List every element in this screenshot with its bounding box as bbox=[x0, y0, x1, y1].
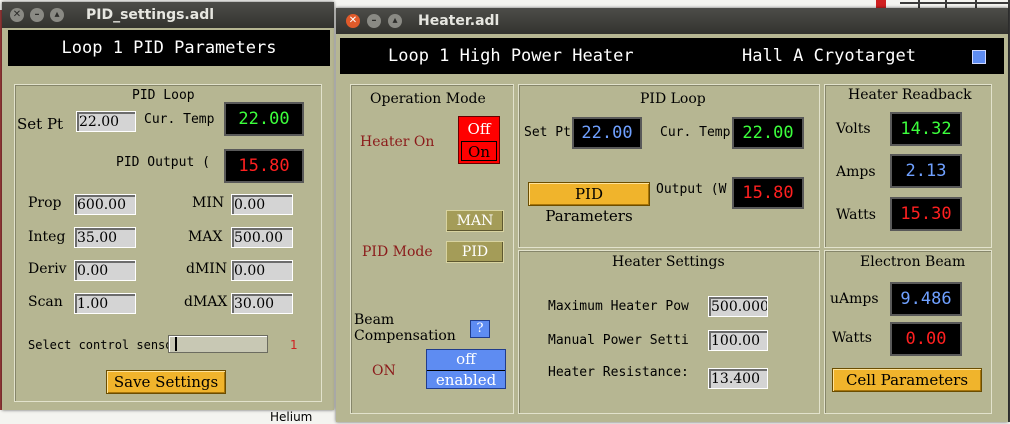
cur-temp-display: 22.00 bbox=[224, 102, 304, 136]
window-title: PID_settings.adl bbox=[86, 7, 215, 23]
heater-titlebar[interactable]: ✕ – ▴ Heater.adl bbox=[336, 8, 1008, 34]
set-pt-input[interactable]: 22.00 bbox=[76, 111, 136, 132]
off-choice[interactable]: Off bbox=[461, 119, 497, 139]
cur-temp-display: 22.00 bbox=[732, 117, 804, 149]
help-button[interactable]: ? bbox=[470, 320, 490, 338]
min-input[interactable]: 0.00 bbox=[231, 194, 293, 215]
man-button[interactable]: MAN bbox=[446, 210, 504, 232]
heater-window: ✕ – ▴ Heater.adl Loop 1 High Power Heate… bbox=[336, 8, 1008, 422]
prop-input[interactable]: 600.00 bbox=[74, 194, 136, 215]
heater-off-button[interactable]: Off On bbox=[458, 116, 500, 164]
close-icon[interactable]: ✕ bbox=[346, 14, 360, 28]
sensor-selector[interactable] bbox=[168, 335, 268, 353]
deriv-label: Deriv bbox=[28, 261, 67, 277]
pid-settings-titlebar[interactable]: ✕ – ▴ PID_settings.adl bbox=[2, 2, 334, 28]
heater-banner: Loop 1 High Power Heater Hall A Cryotarg… bbox=[340, 38, 1004, 74]
volts-display: 14.32 bbox=[890, 112, 962, 146]
amps-label: Amps bbox=[836, 164, 876, 180]
minimize-icon[interactable]: – bbox=[30, 8, 44, 22]
volts-label: Volts bbox=[836, 121, 871, 137]
compensation-label: Compensation bbox=[354, 328, 456, 344]
save-settings-button[interactable]: Save Settings bbox=[106, 370, 226, 394]
integ-input[interactable]: 35.00 bbox=[74, 227, 136, 248]
electron-beam-title: Electron Beam bbox=[860, 254, 966, 270]
heater-on-label: Heater On bbox=[360, 134, 435, 150]
pid-settings-window: ✕ – ▴ PID_settings.adl Loop 1 PID Parame… bbox=[2, 2, 334, 410]
minimize-icon[interactable]: – bbox=[367, 14, 381, 28]
set-pt-display[interactable]: 22.00 bbox=[572, 117, 642, 149]
max-power-input[interactable]: 500.000 bbox=[708, 296, 768, 317]
dmax-label: dMAX bbox=[184, 294, 228, 310]
set-pt-label: Set Pt bbox=[524, 125, 571, 140]
output-label: Output (W bbox=[656, 182, 727, 197]
resistance-input[interactable]: 13.400 bbox=[708, 368, 768, 389]
banner-right-text: Hall A Cryotarget bbox=[742, 46, 916, 66]
uamps-display: 9.486 bbox=[890, 282, 962, 316]
manual-power-label: Manual Power Setti bbox=[548, 333, 689, 348]
pid-mode-label: PID Mode bbox=[362, 244, 433, 260]
uamps-label: uAmps bbox=[830, 291, 879, 307]
cell-parameters-button[interactable]: Cell Parameters bbox=[832, 368, 982, 392]
manual-power-input[interactable]: 100.00 bbox=[708, 330, 768, 351]
max-input[interactable]: 500.00 bbox=[231, 227, 293, 248]
deriv-input[interactable]: 0.00 bbox=[74, 260, 136, 281]
related-display-icon[interactable] bbox=[972, 50, 986, 64]
close-icon[interactable]: ✕ bbox=[10, 8, 24, 22]
watts-display: 15.30 bbox=[890, 197, 962, 231]
resistance-label: Heater Resistance: bbox=[548, 365, 689, 380]
heater-settings-title: Heater Settings bbox=[612, 254, 725, 270]
operation-mode-title: Operation Mode bbox=[370, 91, 486, 107]
prop-label: Prop bbox=[28, 195, 62, 211]
beam-watts-label: Watts bbox=[832, 330, 872, 346]
dmax-input[interactable]: 30.00 bbox=[231, 293, 293, 314]
background-line bbox=[900, 2, 1010, 4]
off-choice[interactable]: off bbox=[427, 350, 505, 369]
window-title: Heater.adl bbox=[418, 13, 500, 29]
enabled-choice[interactable]: enabled bbox=[427, 370, 505, 389]
pid-loop-title: PID Loop bbox=[640, 91, 706, 107]
sensor-selector-thumb[interactable] bbox=[175, 337, 177, 351]
pid-output-label: PID Output ( bbox=[116, 155, 210, 170]
banner-text: Loop 1 PID Parameters bbox=[61, 38, 277, 58]
cur-temp-label: Cur. Temp bbox=[660, 125, 731, 140]
set-pt-label: Set Pt bbox=[17, 115, 64, 133]
pid-parameters-button[interactable]: PID Parameters bbox=[528, 182, 650, 225]
on-choice[interactable]: On bbox=[461, 141, 497, 161]
heater-readback-title: Heater Readback bbox=[848, 87, 972, 103]
output-display: 15.80 bbox=[732, 177, 804, 209]
maximize-icon[interactable]: ▴ bbox=[388, 14, 402, 28]
maximize-icon[interactable]: ▴ bbox=[50, 8, 64, 22]
pid-mode-button[interactable]: PID bbox=[446, 241, 504, 263]
dmin-label: dMIN bbox=[186, 261, 228, 277]
beam-comp-status: ON bbox=[372, 363, 396, 379]
beam-comp-choice[interactable]: off enabled bbox=[426, 349, 506, 389]
banner-left-text: Loop 1 High Power Heater bbox=[388, 46, 634, 66]
integ-label: Integ bbox=[28, 229, 66, 245]
scan-input[interactable]: 1.00 bbox=[74, 293, 136, 314]
scan-label: Scan bbox=[28, 294, 63, 310]
pid-settings-banner: Loop 1 PID Parameters bbox=[8, 30, 330, 66]
max-label: MAX bbox=[188, 229, 223, 245]
pid-loop-group-label: PID Loop bbox=[132, 88, 195, 103]
beam-label: Beam bbox=[354, 312, 395, 328]
background-red-marker bbox=[876, 0, 886, 8]
watts-label: Watts bbox=[836, 207, 876, 223]
sensor-label: Select control senso bbox=[28, 338, 173, 352]
cur-temp-label: Cur. Temp bbox=[144, 112, 215, 127]
amps-display: 2.13 bbox=[890, 154, 962, 188]
beam-watts-display: 0.00 bbox=[890, 322, 962, 356]
min-label: MIN bbox=[192, 195, 225, 211]
max-power-label: Maximum Heater Pow bbox=[548, 299, 689, 314]
sensor-value: 1 bbox=[290, 338, 298, 352]
pid-output-display: 15.80 bbox=[224, 149, 304, 183]
dmin-input[interactable]: 0.00 bbox=[231, 260, 293, 281]
heater-settings-panel bbox=[518, 250, 820, 414]
